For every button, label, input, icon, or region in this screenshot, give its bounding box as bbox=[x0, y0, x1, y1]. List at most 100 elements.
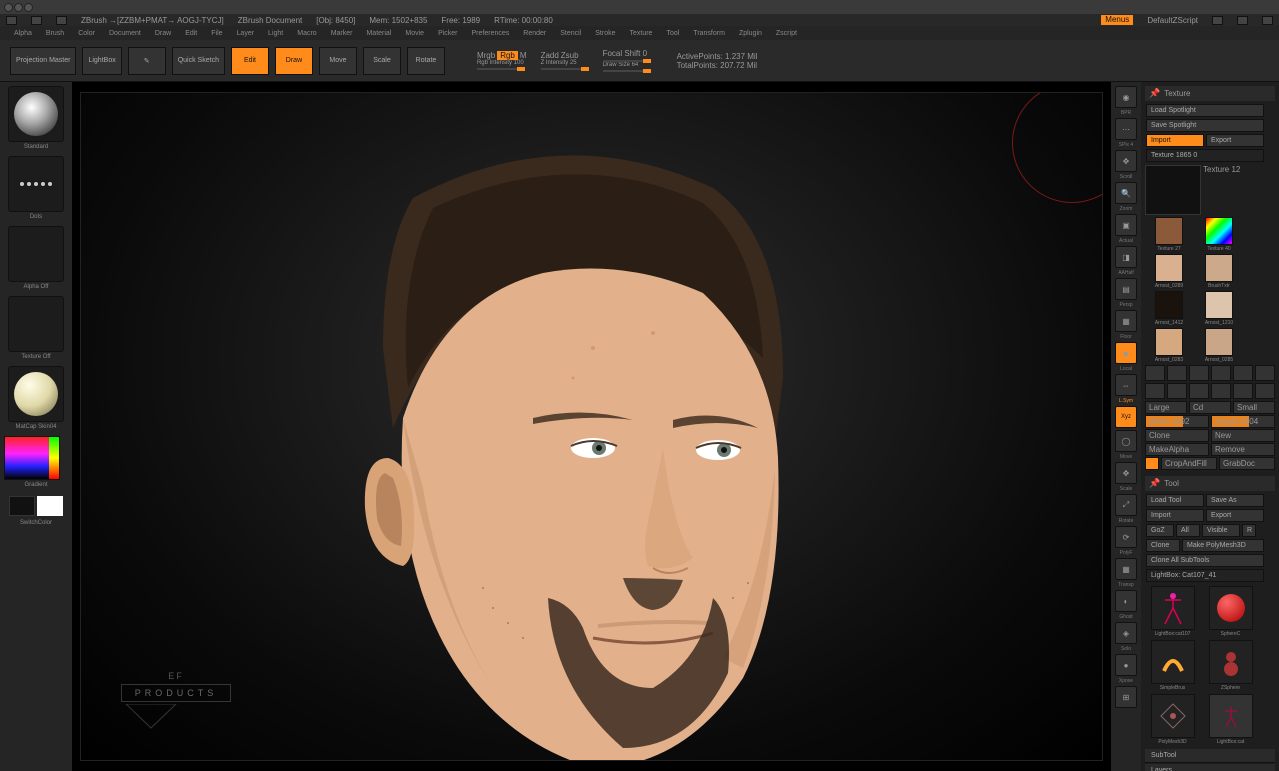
floor-icon[interactable]: ▦ bbox=[1115, 310, 1137, 332]
tex-thumb-3[interactable] bbox=[1205, 254, 1233, 282]
tool-import-btn[interactable]: Import bbox=[1146, 509, 1204, 522]
menu-edit[interactable]: Edit bbox=[181, 29, 201, 38]
move2-icon[interactable]: ✥ bbox=[1115, 462, 1137, 484]
tool-thumb-5[interactable] bbox=[1209, 694, 1253, 738]
viewport[interactable]: EF PRODUCTS bbox=[80, 92, 1103, 761]
focal-group[interactable]: Focal Shift 0 Draw Size 64 bbox=[603, 49, 651, 72]
tex-thumb-0[interactable] bbox=[1155, 217, 1183, 245]
projection-master-btn[interactable]: Projection Master bbox=[10, 47, 76, 75]
tool-clone-btn[interactable]: Clone bbox=[1146, 539, 1180, 552]
menu-draw[interactable]: Draw bbox=[151, 29, 175, 38]
frame-icon[interactable]: ◯ bbox=[1115, 430, 1137, 452]
m3-icon[interactable] bbox=[1189, 383, 1209, 399]
bpr-icon[interactable]: ◉ bbox=[1115, 86, 1137, 108]
sec-icon[interactable] bbox=[1255, 365, 1275, 381]
visible-btn[interactable]: Visible bbox=[1202, 524, 1240, 537]
lightbox-btn[interactable]: LightBox bbox=[82, 47, 121, 75]
tool-header[interactable]: 📌Tool bbox=[1145, 476, 1275, 491]
menu-preferences[interactable]: Preferences bbox=[468, 29, 514, 38]
current-tex-thumb[interactable] bbox=[1145, 165, 1201, 215]
tool-thumb-0[interactable] bbox=[1151, 586, 1195, 630]
menu-color[interactable]: Color bbox=[74, 29, 99, 38]
persp-icon[interactable]: ▤ bbox=[1115, 278, 1137, 300]
xpose-icon[interactable]: ⊞ bbox=[1115, 686, 1137, 708]
edit-btn[interactable]: Edit bbox=[231, 47, 269, 75]
r-btn[interactable]: R bbox=[1242, 524, 1256, 537]
inv-icon[interactable] bbox=[1211, 365, 1231, 381]
menu-tool[interactable]: Tool bbox=[662, 29, 683, 38]
cloneall-btn[interactable]: Clone All SubTools bbox=[1146, 554, 1264, 567]
transp-icon[interactable]: ◐ bbox=[1115, 590, 1137, 612]
default-zscript[interactable]: DefaultZScript bbox=[1147, 16, 1198, 25]
icon2[interactable] bbox=[1237, 16, 1248, 25]
tex-thumb-4[interactable] bbox=[1155, 291, 1183, 319]
makealpha-btn[interactable]: MakeAlpha bbox=[1145, 443, 1209, 456]
menu-zscript[interactable]: Zscript bbox=[772, 29, 801, 38]
menu-picker[interactable]: Picker bbox=[434, 29, 461, 38]
icon1[interactable] bbox=[1212, 16, 1223, 25]
sketch-icon[interactable]: ✎ bbox=[128, 47, 166, 75]
tool-thumb-2[interactable] bbox=[1151, 640, 1195, 684]
zadd-group[interactable]: ZaddZsub Z Intensity 25 bbox=[541, 51, 589, 70]
menu-marker[interactable]: Marker bbox=[327, 29, 357, 38]
small-btn[interactable]: Small bbox=[1233, 401, 1275, 414]
cropfill-btn[interactable]: CropAndFill bbox=[1161, 457, 1217, 470]
local-icon[interactable]: ◆ bbox=[1115, 342, 1137, 364]
menu-transform[interactable]: Transform bbox=[689, 29, 729, 38]
menu-layer[interactable]: Layer bbox=[233, 29, 259, 38]
tool-current[interactable]: LightBox: Cat107_41 bbox=[1146, 569, 1264, 582]
tool-thumb-3[interactable] bbox=[1209, 640, 1253, 684]
saveas-btn[interactable]: Save As bbox=[1206, 494, 1264, 507]
m4-icon[interactable] bbox=[1211, 383, 1231, 399]
large-btn[interactable]: Large bbox=[1145, 401, 1187, 414]
stroke-slot[interactable] bbox=[8, 156, 64, 212]
tex-current[interactable]: Texture 1865 0 bbox=[1146, 149, 1264, 162]
menu-render[interactable]: Render bbox=[519, 29, 550, 38]
m2-icon[interactable] bbox=[1167, 383, 1187, 399]
scroll-icon[interactable]: ✥ bbox=[1115, 150, 1137, 172]
tool-export-btn[interactable]: Export bbox=[1206, 509, 1264, 522]
menu-material[interactable]: Material bbox=[362, 29, 395, 38]
quicksketch-btn[interactable]: Quick Sketch bbox=[172, 47, 225, 75]
rot-icon[interactable] bbox=[1189, 365, 1209, 381]
load-spotlight-btn[interactable]: Load Spotlight bbox=[1146, 104, 1264, 117]
layers-item[interactable]: Layers bbox=[1145, 764, 1275, 771]
switchcolor-label[interactable]: SwitchColor bbox=[4, 520, 68, 530]
ghost-icon[interactable]: ◈ bbox=[1115, 622, 1137, 644]
goz-btn[interactable]: GoZ bbox=[1146, 524, 1174, 537]
save-spotlight-btn[interactable]: Save Spotlight bbox=[1146, 119, 1264, 132]
makepm-btn[interactable]: Make PolyMesh3D bbox=[1182, 539, 1264, 552]
menus-btn[interactable]: Menus bbox=[1101, 15, 1133, 25]
menu-stencil[interactable]: Stencil bbox=[556, 29, 585, 38]
m1-icon[interactable] bbox=[1145, 383, 1165, 399]
scale2-icon[interactable]: ⤢ bbox=[1115, 494, 1137, 516]
menu-light[interactable]: Light bbox=[264, 29, 287, 38]
menu-document[interactable]: Document bbox=[105, 29, 145, 38]
remove-btn[interactable]: Remove bbox=[1211, 443, 1275, 456]
tex-thumb-6[interactable] bbox=[1155, 328, 1183, 356]
scale-btn[interactable]: Scale bbox=[363, 47, 401, 75]
alpha-slot[interactable] bbox=[8, 226, 64, 282]
material-slot[interactable] bbox=[8, 366, 64, 422]
mrgb-group[interactable]: MrgbRgbM Rgb Intensity 100 bbox=[477, 51, 527, 70]
grabdoc-btn[interactable]: GrabDoc bbox=[1219, 457, 1275, 470]
cd-btn[interactable]: Cd bbox=[1189, 401, 1231, 414]
move-btn[interactable]: Move bbox=[319, 47, 357, 75]
fill-icon[interactable] bbox=[1145, 457, 1159, 470]
menu-texture[interactable]: Texture bbox=[625, 29, 656, 38]
fliph-icon[interactable] bbox=[1167, 365, 1187, 381]
solo-icon[interactable]: ● bbox=[1115, 654, 1137, 676]
new-btn[interactable]: New bbox=[1211, 429, 1275, 442]
rotate-btn[interactable]: Rotate bbox=[407, 47, 445, 75]
tex-export-btn[interactable]: Export bbox=[1206, 134, 1264, 147]
icon3[interactable] bbox=[1262, 16, 1273, 25]
color-swatches[interactable] bbox=[9, 496, 63, 516]
rotate2-icon[interactable]: ⟳ bbox=[1115, 526, 1137, 548]
home-icon[interactable] bbox=[6, 16, 17, 25]
tex-thumb-5[interactable] bbox=[1205, 291, 1233, 319]
all-btn[interactable]: All bbox=[1176, 524, 1200, 537]
polyf-icon[interactable]: ▦ bbox=[1115, 558, 1137, 580]
zoom-icon[interactable]: 🔍 bbox=[1115, 182, 1137, 204]
xyz-icon[interactable]: Xyz bbox=[1115, 406, 1137, 428]
m6-icon[interactable] bbox=[1255, 383, 1275, 399]
